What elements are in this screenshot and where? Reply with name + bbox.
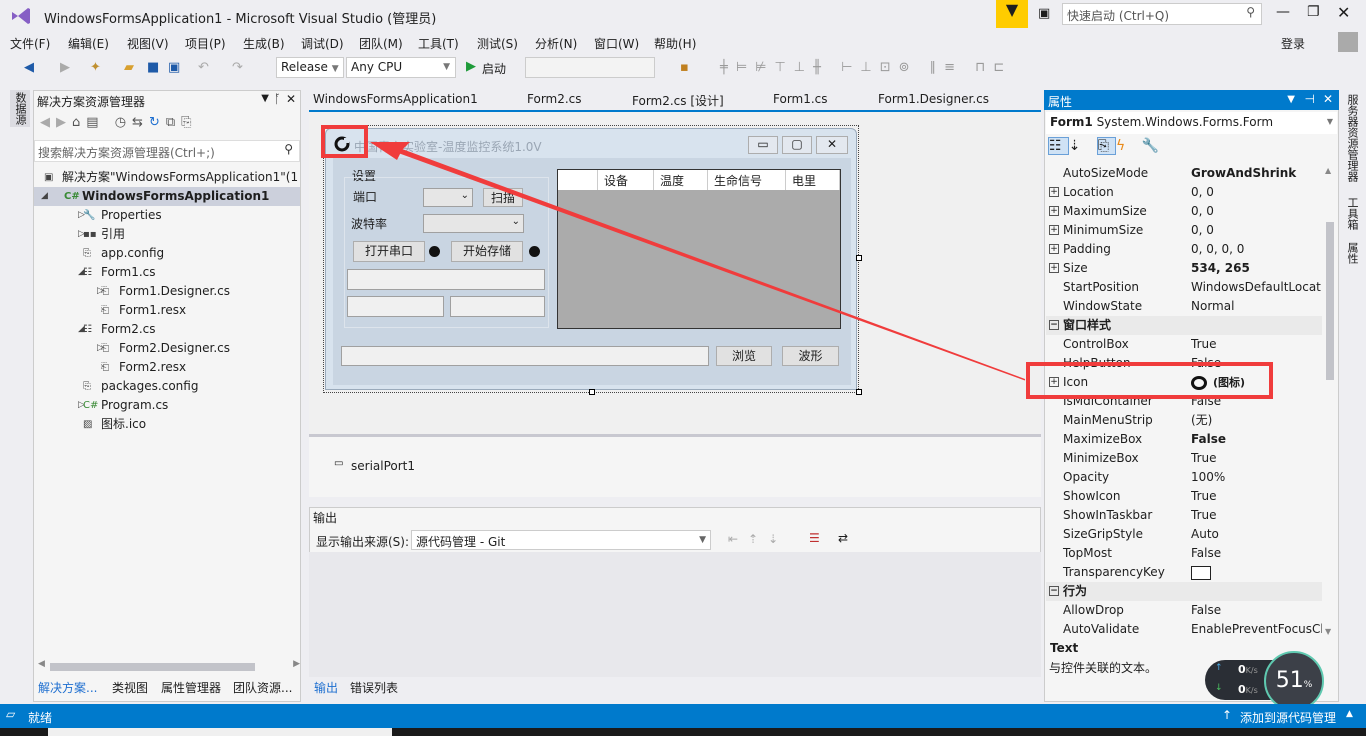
annotation-arrow <box>321 125 1273 399</box>
